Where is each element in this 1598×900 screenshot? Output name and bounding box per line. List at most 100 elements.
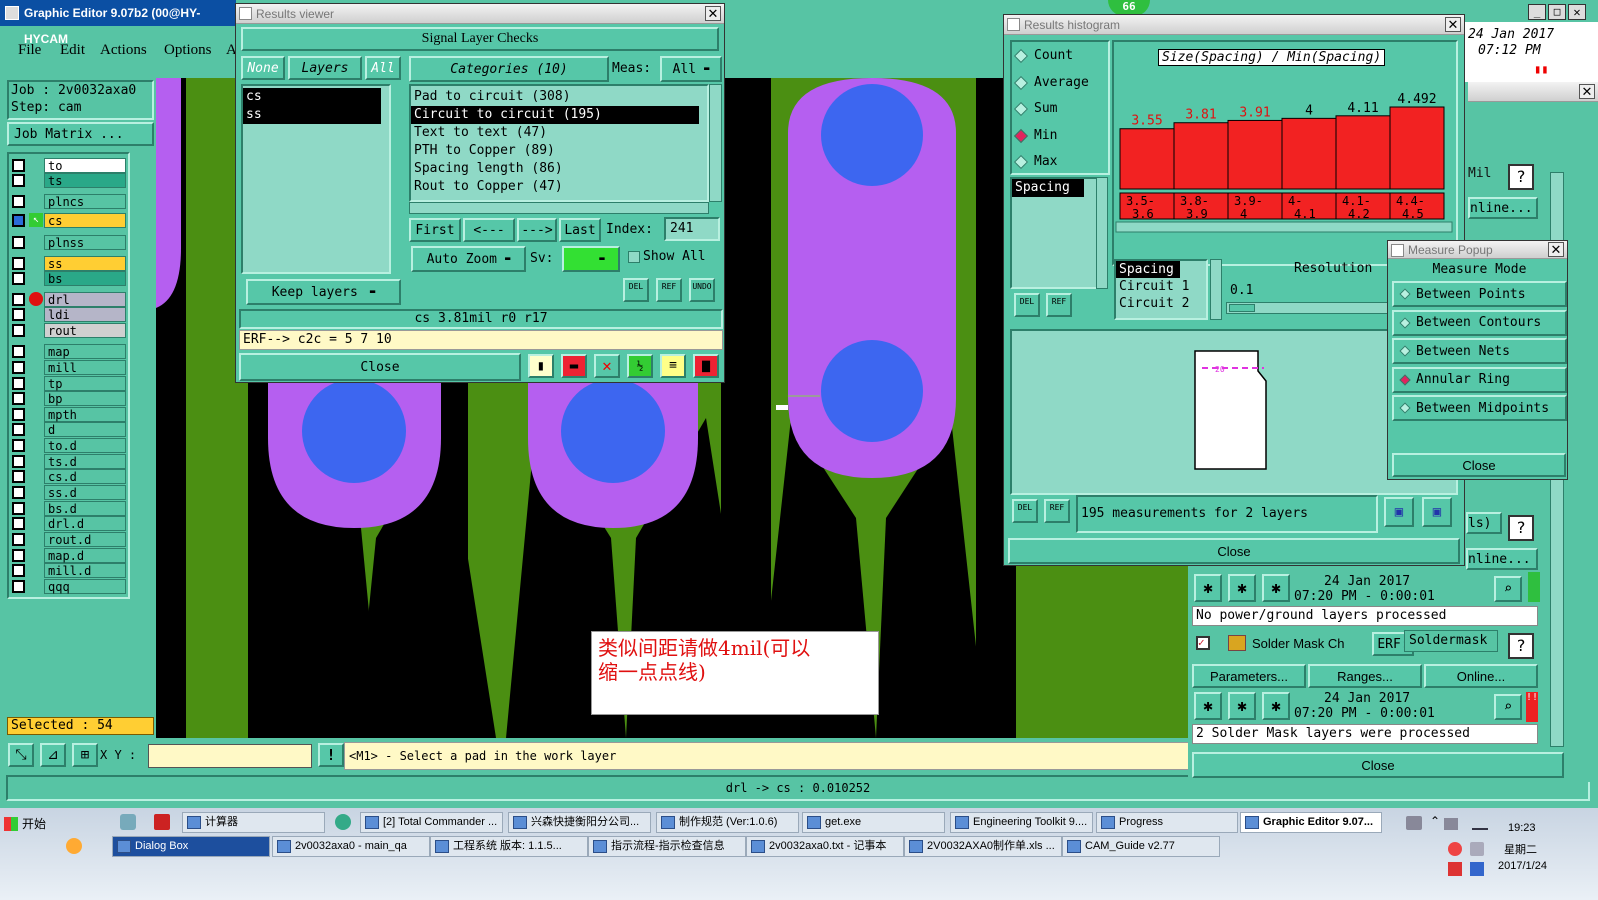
online-button-3[interactable]: Online... (1424, 664, 1538, 688)
run-icon-6[interactable]: ✱ (1262, 692, 1290, 720)
taskbar-button[interactable]: 2v0032axa0.txt - 记事本 (746, 836, 904, 857)
menu-actions[interactable]: Actions (100, 42, 147, 59)
category-item[interactable]: Spacing length (86) (411, 160, 707, 178)
layer-checkbox[interactable] (12, 308, 25, 321)
histogram-bar[interactable] (1281, 117, 1337, 190)
solder-mask-checkbox[interactable]: ✓ (1196, 636, 1210, 650)
close-icon[interactable]: ✕ (1548, 242, 1564, 257)
tray-icon-1[interactable] (1406, 816, 1422, 830)
last-button[interactable]: Last (559, 218, 601, 242)
layer-row-ts-d[interactable]: ts.d (12, 454, 127, 469)
layer-row-bp[interactable]: bp (12, 391, 127, 406)
histogram-bar[interactable] (1173, 122, 1229, 190)
circuit-1-row[interactable]: Circuit 1 (1116, 278, 1206, 295)
spacing-list-top[interactable]: Spacing (1010, 177, 1100, 289)
del-icon[interactable]: DEL (1014, 293, 1040, 317)
measure-popup-close-button[interactable]: Close (1392, 453, 1566, 477)
results-viewer-close-button[interactable]: Close (239, 353, 521, 381)
option-min[interactable]: Min (1013, 127, 1057, 145)
taskbar-button[interactable]: 指示流程-指示检查信息 (588, 836, 746, 857)
taskbar-button[interactable]: 工程系统 版本: 1.1.5... (430, 836, 588, 857)
online-button-2[interactable]: nline... (1466, 548, 1538, 570)
layer-row-map-d[interactable]: map.d (12, 548, 127, 563)
list-bottom-scrollbar[interactable] (1210, 259, 1222, 320)
layer-checkbox[interactable] (12, 533, 25, 546)
taskbar-button[interactable]: Dialog Box (112, 836, 270, 857)
ie-icon[interactable] (335, 814, 351, 830)
layer-listbox[interactable]: cs ss (241, 84, 391, 274)
option-count[interactable]: Count (1013, 47, 1073, 65)
layer-row-rout-d[interactable]: rout.d (12, 532, 127, 547)
taskbar-button[interactable]: Graphic Editor 9.07... (1240, 812, 1382, 833)
keep-layers-button[interactable]: Keep layers ▬ (246, 279, 401, 305)
spacing-list-bottom[interactable]: Spacing Circuit 1 Circuit 2 (1114, 259, 1208, 320)
spacing-row[interactable]: Spacing (1116, 261, 1180, 278)
minimize-icon[interactable]: _ (1528, 4, 1546, 20)
layer-item-cs[interactable]: cs (243, 88, 381, 106)
none-button[interactable]: None (241, 56, 285, 80)
layer-checkbox[interactable] (12, 564, 25, 577)
run-icon-1[interactable]: ✱ (1194, 574, 1222, 602)
ref-icon-2[interactable]: REF (1044, 499, 1070, 523)
layer-checkbox[interactable] (12, 272, 25, 285)
layer-row-bs[interactable]: bs (12, 271, 127, 286)
layer-checkbox[interactable] (12, 293, 25, 306)
layer-checkbox[interactable] (12, 549, 25, 562)
help-icon[interactable]: ? (1508, 164, 1534, 190)
checklist-close-button[interactable]: Close (1192, 752, 1564, 778)
layer-row-to[interactable]: to (12, 158, 127, 173)
layer-checkbox[interactable] (12, 392, 25, 405)
layer-row-ldi[interactable]: ldi (12, 307, 127, 322)
taskbar-button[interactable]: 计算器 (182, 812, 325, 833)
layer-checkbox[interactable] (12, 174, 25, 187)
slider-handle[interactable] (1229, 304, 1255, 312)
undo-icon[interactable]: UNDO (689, 278, 715, 302)
histogram-bar[interactable] (1389, 106, 1445, 190)
run-icon-5[interactable]: ✱ (1228, 692, 1256, 720)
layer-row-ts[interactable]: ts (12, 173, 127, 188)
layer-row-rout[interactable]: rout (12, 323, 127, 338)
resolution-slider[interactable] (1226, 302, 1388, 314)
layer-checkbox[interactable] (12, 455, 25, 468)
taskbar-button[interactable]: get.exe (802, 812, 945, 833)
half-icon[interactable]: ½ (627, 354, 653, 378)
taskbar-button[interactable]: Engineering Toolkit 9.... (950, 812, 1093, 833)
close-icon[interactable]: ✕ (705, 6, 721, 21)
tray-expand-icon[interactable]: ⌃ (1430, 814, 1440, 828)
ranges-button[interactable]: Ranges... (1308, 664, 1422, 688)
layer-row-cs-d[interactable]: cs.d (12, 469, 127, 484)
next-button[interactable]: ---> (517, 218, 557, 242)
zoom-fit-icon[interactable]: ⤡ (8, 743, 34, 767)
taskbar-button[interactable]: 兴森快捷衡阳分公司... (508, 812, 651, 833)
layer-row-mill[interactable]: mill (12, 360, 127, 375)
quicklaunch-icon-1[interactable] (120, 814, 136, 830)
taskbar-button[interactable]: 2v0032axa0 - main_qa (272, 836, 430, 857)
layer-checkbox[interactable] (12, 423, 25, 436)
chart-scrollbar[interactable] (1115, 221, 1453, 233)
taskbar-button[interactable]: CAM_Guide v2.77 (1062, 836, 1220, 857)
layer-row-plnss[interactable]: plnss (12, 235, 127, 250)
layer-row-qqq[interactable]: qqq (12, 579, 127, 594)
layer-checkbox[interactable] (12, 408, 25, 421)
layer-row-cs[interactable]: ↖ cs (12, 213, 127, 228)
layer-row-bs-d[interactable]: bs.d (12, 501, 127, 516)
ref-icon[interactable]: REF (1046, 293, 1072, 317)
layer-row-drl-d[interactable]: drl.d (12, 516, 127, 531)
pause-icon[interactable]: ▮▮ (1534, 62, 1548, 76)
volume-icon[interactable] (1470, 842, 1484, 856)
tray-icon-3[interactable] (1448, 862, 1462, 876)
option-average[interactable]: Average (1013, 74, 1089, 92)
tray-icon-4[interactable] (1470, 862, 1484, 876)
layer-checkbox[interactable] (12, 361, 25, 374)
close-icon[interactable]: ✕ (1579, 84, 1595, 99)
parameters-button[interactable]: Parameters... (1192, 664, 1306, 688)
all-button[interactable]: All (365, 56, 401, 80)
report-icon[interactable]: ▮ (528, 354, 554, 378)
categories-tab[interactable]: Categories (10) (409, 56, 609, 82)
help-icon-2[interactable]: ? (1508, 515, 1534, 541)
histogram-bar[interactable] (1119, 128, 1175, 190)
maximize-icon[interactable]: □ (1548, 4, 1566, 20)
layer-checkbox[interactable] (12, 580, 25, 593)
start-button[interactable]: 开始 (2, 812, 110, 836)
network-icon[interactable] (1444, 818, 1458, 830)
